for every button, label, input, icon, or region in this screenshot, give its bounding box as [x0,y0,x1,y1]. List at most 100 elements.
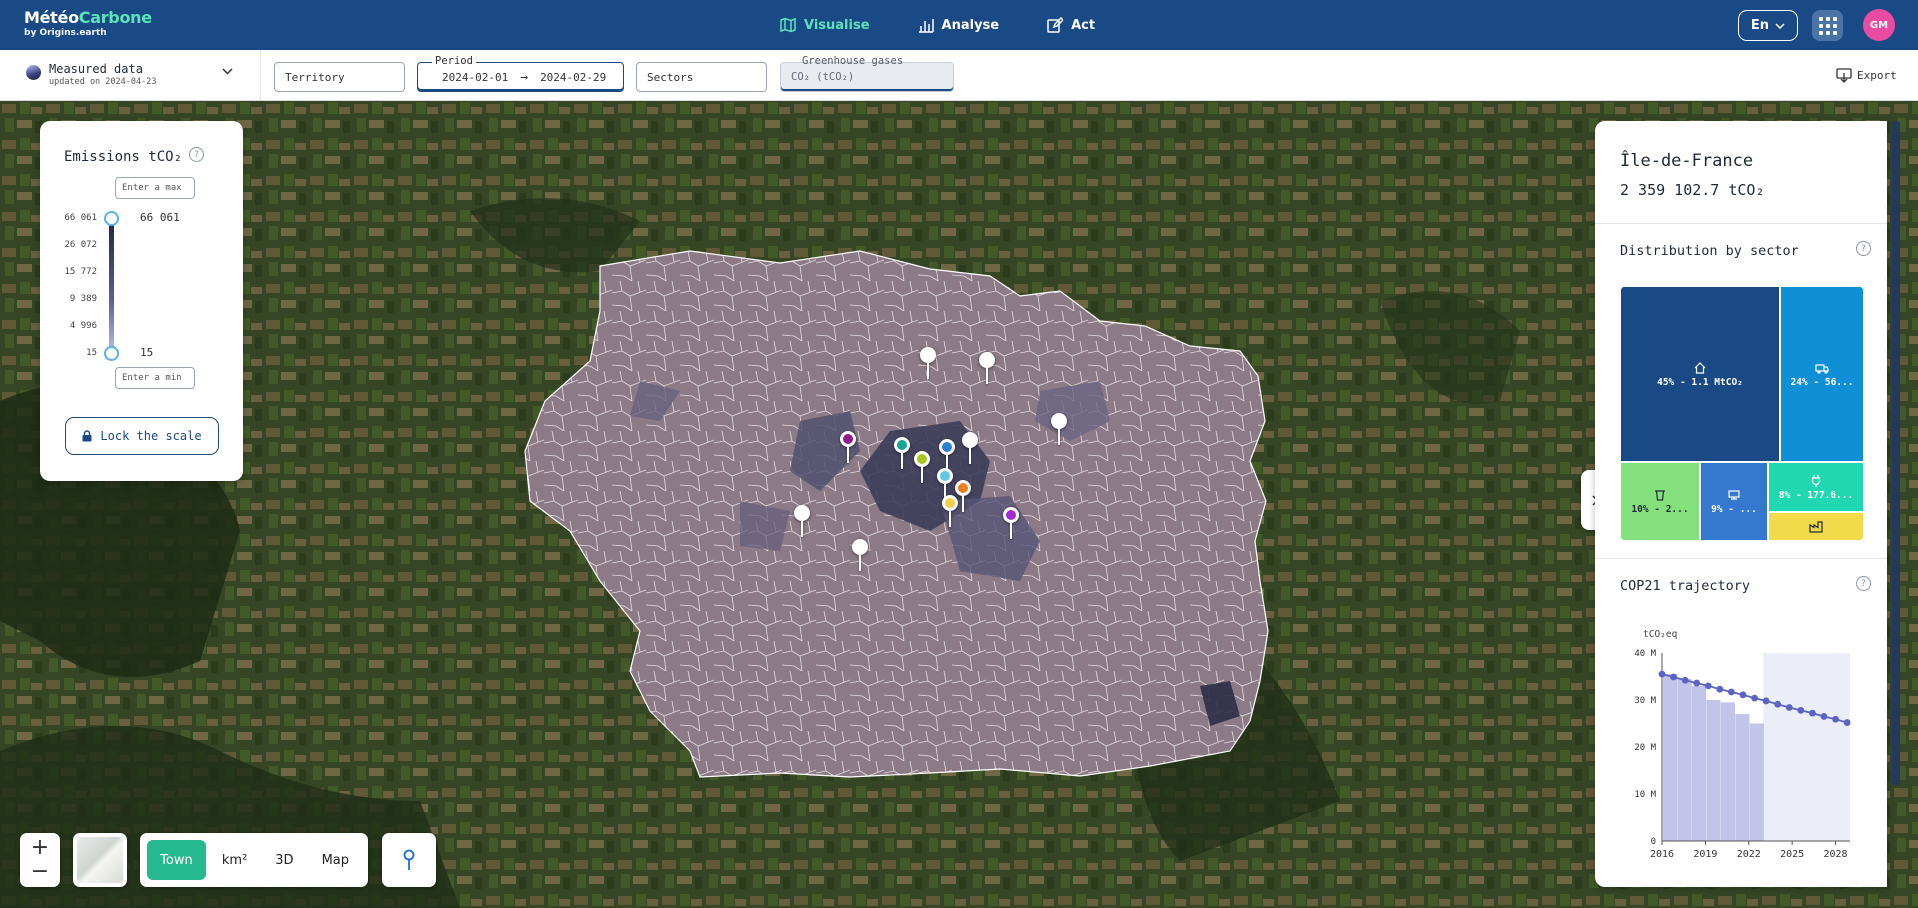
treemap-tile-residential[interactable]: 45% - 1.1 MtCO₂ [1620,286,1780,462]
dataset-title: Measured data [49,62,143,76]
top-bar: MétéoCarbone by Origins.earth Visualise … [0,0,1918,50]
ghg-label: Greenhouse gases [802,55,904,67]
zoom-out-button[interactable]: − [20,861,60,883]
period-field[interactable]: Period 2024-02-01 → 2024-02-29 [417,55,624,92]
map-marker[interactable] [979,352,995,386]
period-label: Period [432,55,476,67]
trajectory-point [1797,706,1805,714]
pin-icon [403,849,415,870]
user-avatar[interactable]: GM [1863,9,1895,41]
region-name: Île-de-France [1620,151,1754,171]
dataset-updated: updated on 2024-04-23 [49,77,157,87]
nav-analyse[interactable]: Analyse [918,17,999,33]
logo-name-part2: Carbone [78,8,152,27]
trajectory-point [1832,715,1839,723]
scale-tick: 26 072 [64,240,97,250]
scale-tick: 4 996 [69,321,97,331]
trajectory-point [1820,713,1828,720]
map-marker[interactable] [1051,413,1067,447]
trajectory-point [1843,719,1851,726]
treemap-tile-transport[interactable]: 24% - 56... [1780,286,1864,462]
edit-icon [1047,17,1064,33]
trajectory-point [1751,694,1758,702]
distribution-title: Distribution by sector [1620,243,1799,259]
y-tick-label: 30 M [1634,696,1656,706]
chevron-down-icon[interactable] [222,68,233,75]
trajectory-point [1658,670,1666,678]
sectors-field[interactable]: Sectors [636,62,767,92]
map-marker[interactable] [852,539,868,573]
treemap-tile-industry[interactable] [1768,512,1864,541]
apps-grid-button[interactable] [1812,10,1843,41]
scale-tick: 66 061 [64,213,97,223]
territory-info-panel: Île-de-France 2 359 102.7 tCO₂ Distribut… [1595,121,1887,887]
treemap-tile-waste[interactable]: 10% - 2... [1620,462,1700,541]
dataset-selector[interactable]: Measured data updated on 2024-04-23 [26,62,156,87]
help-icon[interactable]: ? [1856,576,1871,591]
trajectory-point [1728,688,1735,696]
panel-scrollbar[interactable] [1892,121,1900,785]
zoom-in-button[interactable]: + [20,837,60,859]
period-start[interactable]: 2024-02-01 [442,71,508,84]
help-icon[interactable]: ? [189,147,204,162]
view-3d-button[interactable]: 3D [263,840,305,880]
ghg-field[interactable]: Greenhouse gases CO₂ (tCO₂) [780,55,954,92]
trajectory-point [1681,676,1689,684]
lock-scale-button[interactable]: Lock the scale [65,417,219,455]
cop21-trajectory-chart[interactable]: tCO₂eq 0 10 M 20 M 30 M 40 M 2016 2019 2022 2025 2… [1595,601,1887,887]
max-input[interactable]: Enter a max [115,177,195,199]
export-button[interactable]: Export [1836,68,1897,83]
chart-bar [1706,700,1721,841]
map-marker[interactable] [920,347,936,381]
trajectory-point [1739,691,1747,699]
factory-icon [1809,520,1823,533]
nav-label: Act [1071,17,1096,33]
map-marker[interactable] [1003,507,1019,541]
x-tick-label: 2022 [1737,849,1761,860]
lock-icon [82,430,92,442]
plug-icon [1811,474,1821,487]
language-select[interactable]: En [1738,10,1798,41]
min-input[interactable]: Enter a min [115,367,195,389]
trajectory-point [1693,679,1701,687]
sectors-placeholder: Sectors [647,70,694,84]
trajectory-point [1774,700,1782,708]
scale-tick: 15 772 [64,267,97,277]
view-town-button[interactable]: Town [147,840,206,880]
view-km2-button[interactable]: km² [210,840,259,880]
main-nav: Visualise Analyse Act [780,0,1095,50]
scale-tick: 15 [86,348,97,358]
chevron-down-icon [1775,22,1785,29]
map-marker[interactable] [914,451,930,485]
min-slider-handle[interactable] [104,346,119,361]
map-marker[interactable] [942,495,958,529]
nav-visualise[interactable]: Visualise [780,17,870,33]
min-value: 15 [140,346,154,359]
view-map-button[interactable]: Map [310,840,361,880]
nav-act[interactable]: Act [1047,17,1095,33]
max-slider-handle[interactable] [104,211,119,226]
period-end[interactable]: 2024-02-29 [540,71,606,84]
map-marker[interactable] [794,505,810,539]
pins-toggle-button[interactable] [382,833,436,887]
chart-bar [1749,723,1764,841]
chart-bar [1663,674,1678,841]
map-marker[interactable] [840,431,856,465]
basemap-toggle[interactable] [73,833,127,887]
treemap-tile-tertiary[interactable]: 9% - ... [1700,462,1768,541]
projection-area [1763,653,1850,841]
map-marker[interactable] [962,432,978,466]
territory-field[interactable]: Territory [274,62,405,92]
map-marker[interactable] [894,437,910,471]
y-tick-label: 40 M [1634,649,1656,659]
app-logo[interactable]: MétéoCarbone by Origins.earth [24,8,152,38]
scale-tick: 9 389 [69,294,97,304]
chart-bar [1720,702,1736,841]
help-icon[interactable]: ? [1856,241,1871,256]
emissions-legend-panel: Emissions tCO₂ ? Enter a max 66 061 26 0… [40,121,243,481]
max-value: 66 061 [140,211,180,224]
export-label: Export [1857,69,1897,82]
map-canvas[interactable]: Emissions tCO₂ ? Enter a max 66 061 26 0… [0,101,1918,908]
tile-label: 9% - ... [1711,504,1757,515]
treemap-tile-energy[interactable]: 8% - 177.6... [1768,462,1864,512]
